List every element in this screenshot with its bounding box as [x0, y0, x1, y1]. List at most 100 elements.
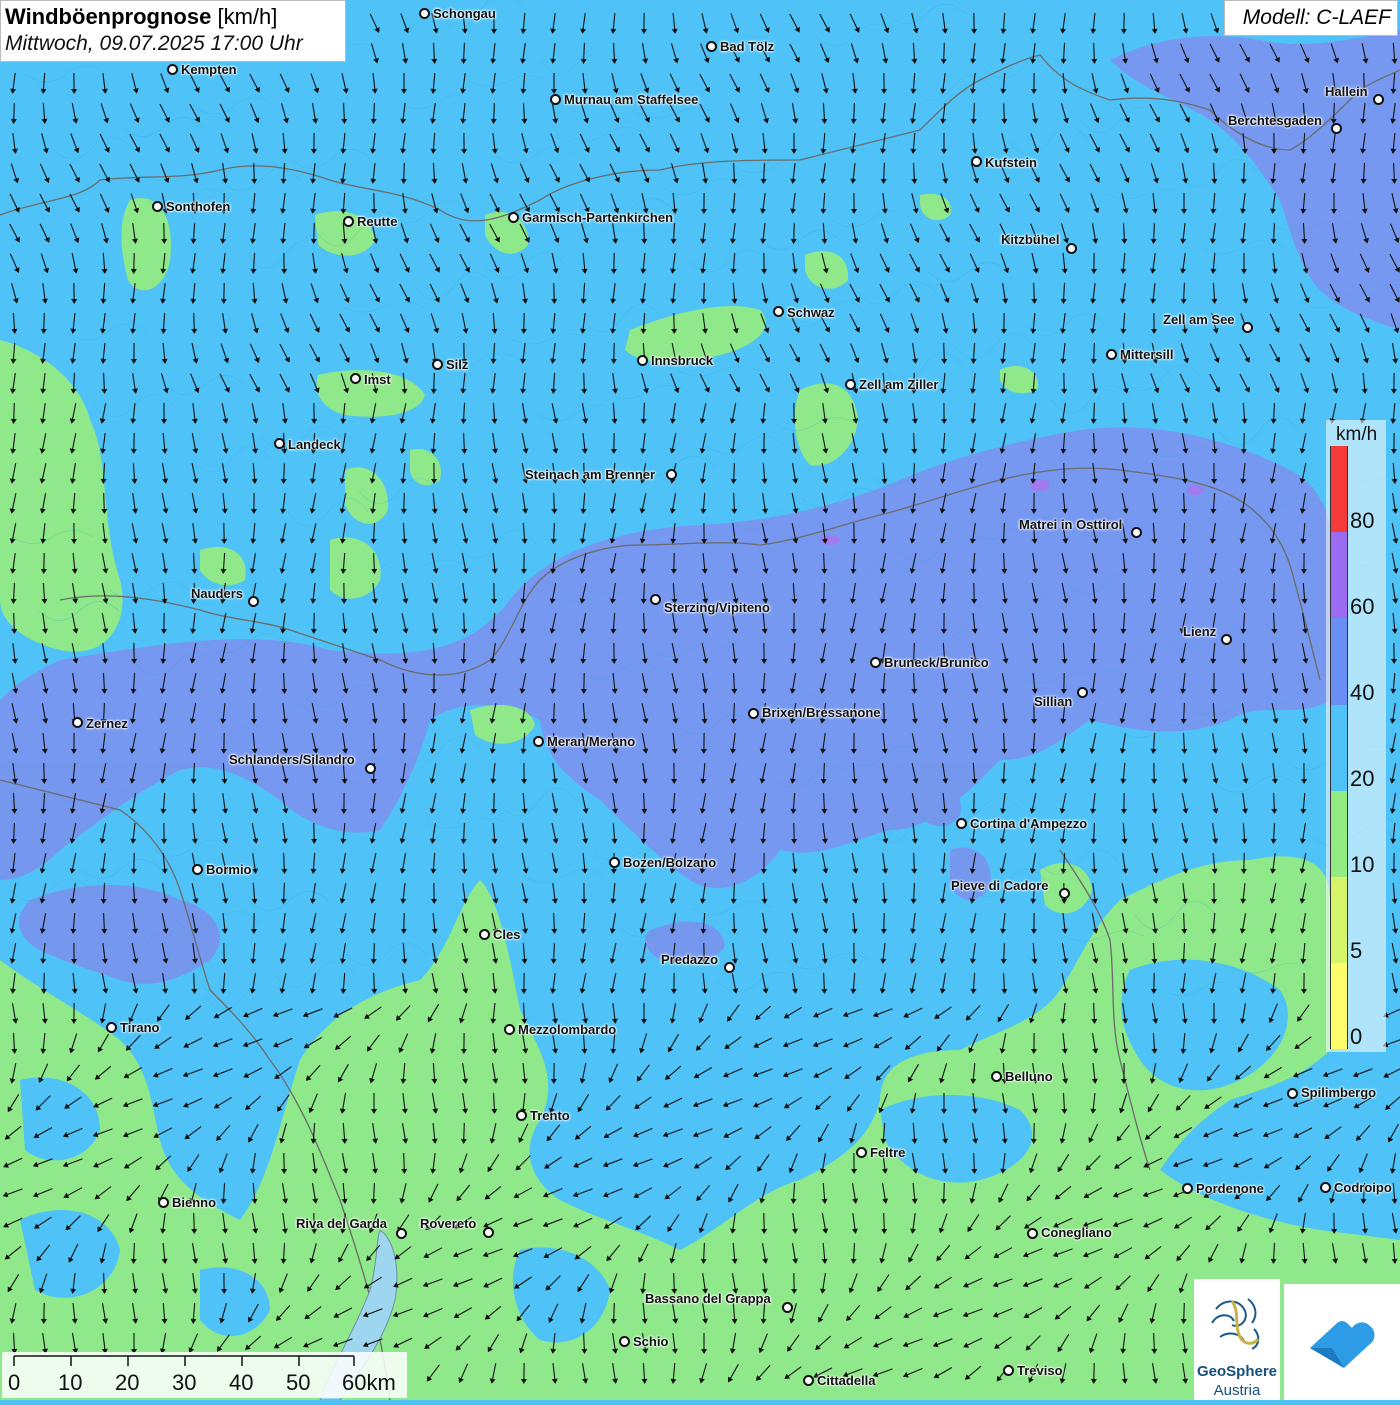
legend-color-step — [1330, 963, 1348, 1049]
city-label: Mezzolombardo — [518, 1022, 616, 1037]
wind-arrow — [704, 283, 705, 301]
city-marker — [192, 864, 203, 875]
city-marker — [550, 94, 561, 105]
city-marker — [706, 41, 717, 52]
geosphere-logo-icon — [1194, 1279, 1280, 1363]
legend-tick-label: 5 — [1350, 938, 1362, 964]
city-label: Pordenone — [1196, 1181, 1264, 1196]
city-marker — [350, 373, 361, 384]
city-marker — [1221, 634, 1232, 645]
city-marker — [167, 64, 178, 75]
wind-arrow — [794, 223, 795, 241]
city-label: Trento — [530, 1108, 570, 1123]
city-marker — [483, 1227, 494, 1238]
map-title: Windböenprognose [km/h] — [5, 4, 341, 30]
wind-arrow — [254, 163, 255, 181]
city-marker — [1066, 243, 1077, 254]
city-marker — [619, 1336, 630, 1347]
city-marker — [1106, 349, 1117, 360]
city-marker — [533, 736, 544, 747]
city-marker — [1287, 1088, 1298, 1099]
city-label: Imst — [364, 372, 391, 387]
wind-arrow — [404, 1153, 405, 1171]
city-marker — [365, 763, 376, 774]
legend-unit: km/h — [1336, 424, 1377, 446]
city-marker — [396, 1228, 407, 1239]
city-marker — [782, 1302, 793, 1313]
city-marker — [666, 469, 677, 480]
city-label: Riva del Garda — [296, 1216, 387, 1231]
city-marker — [1059, 888, 1070, 899]
legend-tick-label: 10 — [1350, 852, 1374, 878]
city-marker — [508, 212, 519, 223]
legend-color-step — [1330, 791, 1348, 877]
city-marker — [516, 1110, 527, 1121]
legend-tick-label: 20 — [1350, 766, 1374, 792]
city-label: Bruneck/Brunico — [884, 655, 989, 670]
legend-color-step — [1330, 532, 1348, 618]
city-label: Schongau — [433, 6, 496, 21]
wind-arrow — [1184, 1303, 1185, 1321]
city-label: Zell am Ziller — [859, 377, 938, 392]
wind-arrow — [104, 493, 105, 511]
city-label: Conegliano — [1041, 1225, 1112, 1240]
city-label: Rovereto — [420, 1216, 476, 1231]
scale-label: 50 — [286, 1370, 310, 1396]
city-label: Berchtesgaden — [1228, 113, 1322, 128]
scale-label: 0 — [8, 1370, 20, 1396]
city-label: Cles — [493, 927, 520, 942]
city-marker — [991, 1071, 1002, 1082]
city-label: Cortina d'Ampezzo — [970, 816, 1087, 831]
city-label: Tirano — [120, 1020, 160, 1035]
legend-tick-label: 60 — [1350, 594, 1374, 620]
wind-arrow — [14, 403, 15, 421]
city-marker — [248, 596, 259, 607]
wind-arrow — [1094, 343, 1095, 361]
city-label: Bassano del Grappa — [645, 1291, 771, 1306]
city-marker — [1373, 94, 1384, 105]
city-label: Belluno — [1005, 1069, 1053, 1084]
city-marker — [432, 359, 443, 370]
city-label: Bormio — [206, 862, 252, 877]
city-label: Reutte — [357, 214, 397, 229]
city-marker — [956, 818, 967, 829]
city-label: Cittadella — [817, 1373, 876, 1388]
legend-color-step — [1330, 705, 1348, 791]
city-marker — [971, 156, 982, 167]
title-unit: [km/h] — [211, 4, 277, 29]
city-label: Matrei in Osttirol — [1019, 517, 1122, 532]
city-label: Murnau am Staffelsee — [564, 92, 698, 107]
model-label: Modell: C-LAEF — [1224, 0, 1398, 36]
city-label: Sterzing/Vipiteno — [664, 600, 770, 615]
city-marker — [1320, 1182, 1331, 1193]
geosphere-logo[interactable]: GeoSphere Austria — [1194, 1279, 1280, 1400]
title-bold: Windböenprognose — [5, 4, 211, 29]
city-marker — [106, 1022, 117, 1033]
legend-tick-label: 0 — [1350, 1024, 1362, 1050]
wind-arrow — [14, 613, 15, 631]
wind-arrow — [944, 343, 945, 361]
city-marker — [803, 1375, 814, 1386]
city-label: Kitzbühel — [1001, 232, 1060, 247]
wind-arrow — [194, 1213, 195, 1231]
scale-label: 60km — [342, 1370, 396, 1396]
city-label: Pieve di Cadore — [951, 878, 1049, 893]
city-label: Bienno — [172, 1195, 216, 1210]
wind-arrow — [944, 43, 945, 61]
forecast-datetime: Mittwoch, 09.07.2025 17:00 Uhr — [5, 30, 341, 58]
city-marker — [637, 355, 648, 366]
legend-color-step — [1330, 877, 1348, 963]
legend-color-step — [1330, 618, 1348, 705]
city-label: Silz — [446, 357, 468, 372]
city-marker — [504, 1024, 515, 1035]
scale-label: 10 — [58, 1370, 82, 1396]
app-logo[interactable] — [1284, 1284, 1400, 1400]
scale-label: 30 — [172, 1370, 196, 1396]
city-marker — [1182, 1183, 1193, 1194]
city-marker — [845, 379, 856, 390]
city-label: Kufstein — [985, 155, 1037, 170]
wind-arrow — [314, 223, 315, 241]
city-label: Feltre — [870, 1145, 905, 1160]
city-marker — [1077, 687, 1088, 698]
city-label: Bad Tölz — [720, 39, 774, 54]
